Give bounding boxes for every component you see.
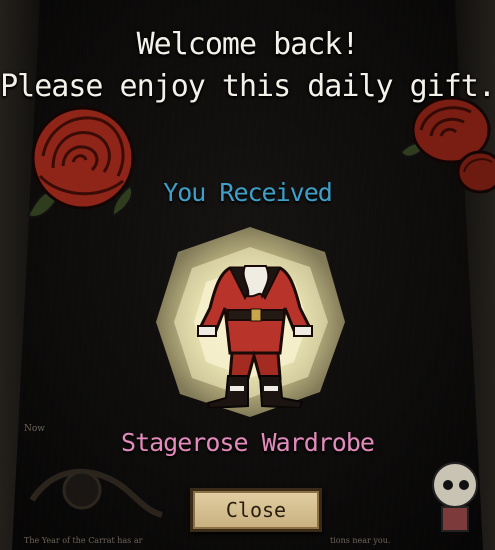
wardrobe-costume-icon xyxy=(197,265,313,408)
background-character-right xyxy=(432,462,478,532)
dialog-title: Welcome back! Please enjoy this daily gi… xyxy=(0,24,495,108)
received-label: You Received xyxy=(163,178,333,207)
background-footer-text-left: The Year of the Carrat has ar xyxy=(24,536,143,545)
item-name: Stagerose Wardrobe xyxy=(121,428,375,457)
rose-left-icon xyxy=(26,106,135,218)
title-line-1: Welcome back! xyxy=(136,27,360,62)
close-button-label: Close xyxy=(225,498,287,522)
title-line-2: Please enjoy this daily gift. xyxy=(0,69,495,104)
close-button[interactable]: Close xyxy=(190,488,322,532)
background-footer-text-right: tions near you. xyxy=(330,536,391,545)
